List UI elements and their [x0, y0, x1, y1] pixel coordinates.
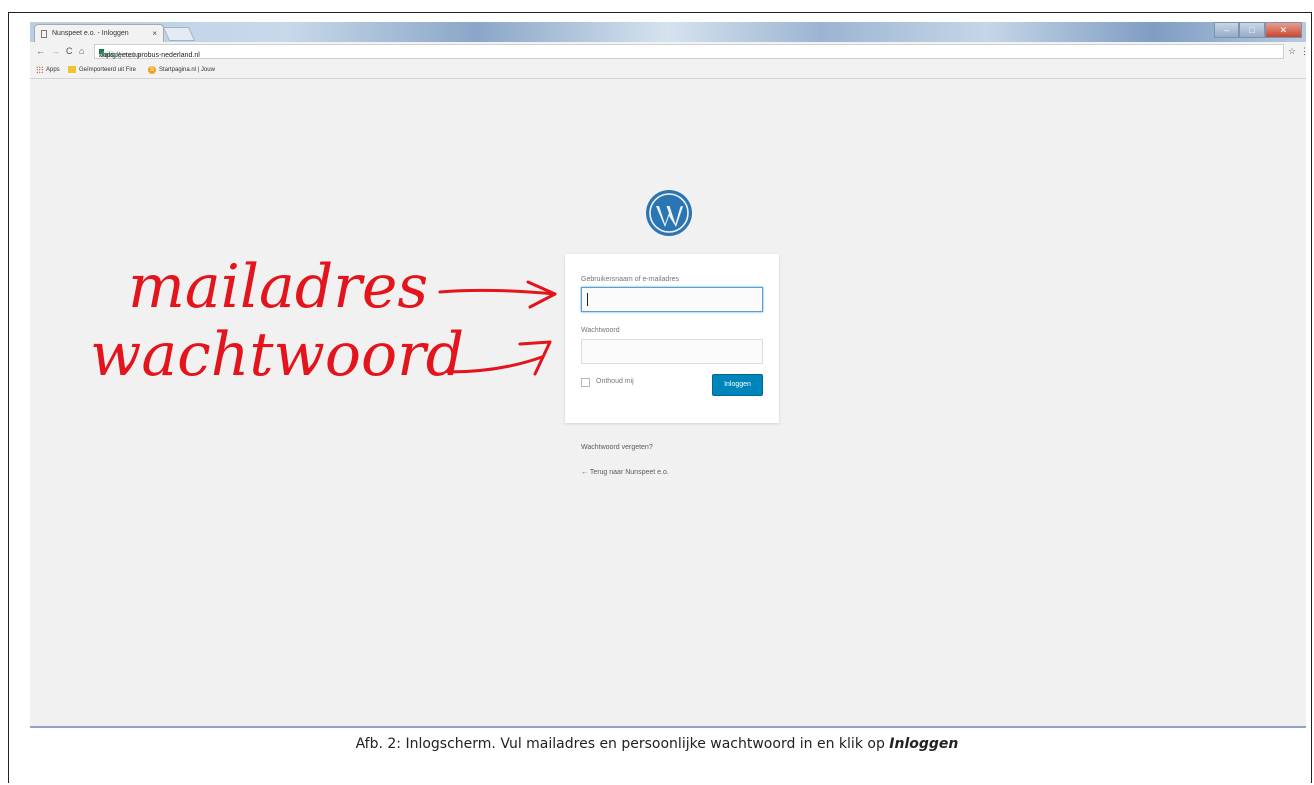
handwritten-annotations: mailadres wachtwoord	[90, 252, 557, 390]
annotation-mailadres: mailadres	[128, 252, 428, 322]
arrow-to-username	[438, 288, 557, 296]
annotation-wachtwoord: wachtwoord	[90, 320, 464, 390]
browser-screenshot: Nunspeet e.o. - Inloggen × – □ ✕ ← → C ⌂…	[30, 22, 1306, 728]
caption-emphasis: Inloggen	[889, 736, 959, 752]
arrowhead-icon	[526, 280, 557, 309]
caption-text: Afb. 2: Inlogscherm. Vul mailadres en pe…	[355, 736, 890, 752]
figure-caption: Afb. 2: Inlogscherm. Vul mailadres en pe…	[0, 736, 1314, 752]
